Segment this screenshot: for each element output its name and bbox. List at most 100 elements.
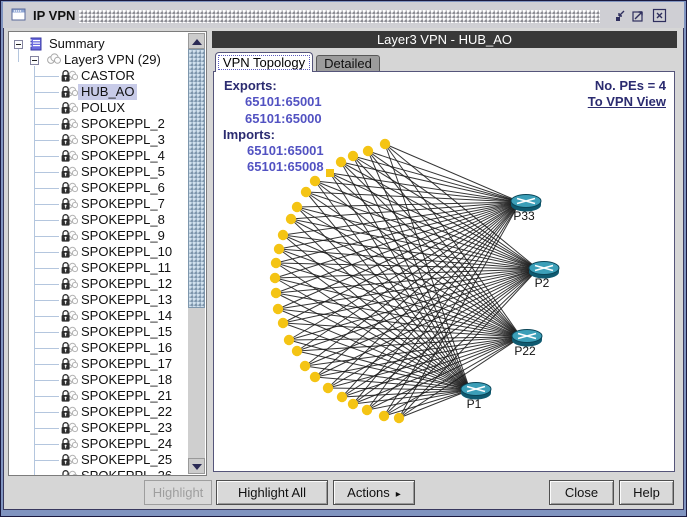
tree-item-spokeppl-26[interactable]: SPOKEPPL_26 bbox=[9, 468, 188, 476]
tree-item-summary[interactable]: Summary bbox=[9, 36, 188, 52]
to-vpn-view-link[interactable]: To VPN View bbox=[588, 94, 666, 110]
tree-item-label: SPOKEPPL_22 bbox=[78, 404, 175, 420]
ce-node[interactable] bbox=[292, 202, 302, 212]
scrollbar-down-button[interactable] bbox=[188, 458, 205, 474]
tree-item-polux[interactable]: POLUX bbox=[9, 100, 188, 116]
button-label: Highlight bbox=[153, 485, 204, 500]
tree-item-spokeppl-17[interactable]: SPOKEPPL_17 bbox=[9, 356, 188, 372]
client-area: SummaryLayer3 VPN (29)CASTORHUB_AOPOLUXS… bbox=[3, 28, 684, 510]
exports-label: Exports: bbox=[224, 78, 277, 94]
ce-node[interactable] bbox=[284, 335, 294, 345]
tree-item-spokeppl-13[interactable]: SPOKEPPL_13 bbox=[9, 292, 188, 308]
tree-scrollbar[interactable] bbox=[188, 33, 205, 474]
tree-item-label: SPOKEPPL_24 bbox=[78, 436, 175, 452]
tree-guide-stub bbox=[34, 300, 59, 301]
ce-node[interactable] bbox=[300, 361, 310, 371]
tree-item-label: SPOKEPPL_2 bbox=[78, 116, 168, 132]
tree-item-spokeppl-15[interactable]: SPOKEPPL_15 bbox=[9, 324, 188, 340]
ce-node[interactable] bbox=[379, 411, 389, 421]
tree-item-spokeppl-18[interactable]: SPOKEPPL_18 bbox=[9, 372, 188, 388]
pe-node-label: P22 bbox=[514, 344, 536, 358]
ce-node[interactable] bbox=[337, 392, 347, 402]
pe-node-p33[interactable]: P33 bbox=[511, 195, 541, 224]
pe-node-p2[interactable]: P2 bbox=[529, 262, 559, 291]
close-button[interactable]: Close bbox=[549, 480, 614, 505]
arrow-up-icon bbox=[192, 39, 202, 45]
imports-label: Imports: bbox=[223, 127, 275, 143]
ce-node[interactable] bbox=[286, 214, 296, 224]
ce-node[interactable] bbox=[326, 169, 334, 177]
tree-item-spokeppl-16[interactable]: SPOKEPPL_16 bbox=[9, 340, 188, 356]
actions-button[interactable]: Actions▸ bbox=[333, 480, 415, 505]
tree-item-spokeppl-22[interactable]: SPOKEPPL_22 bbox=[9, 404, 188, 420]
tree-item-spokeppl-11[interactable]: SPOKEPPL_11 bbox=[9, 260, 188, 276]
tree-item-spokeppl-7[interactable]: SPOKEPPL_7 bbox=[9, 196, 188, 212]
tree-item-spokeppl-6[interactable]: SPOKEPPL_6 bbox=[9, 180, 188, 196]
button-label: Highlight All bbox=[238, 485, 306, 500]
ce-node[interactable] bbox=[271, 258, 281, 268]
export-value: 65101:65001 bbox=[245, 94, 322, 110]
tree-item-spokeppl-8[interactable]: SPOKEPPL_8 bbox=[9, 212, 188, 228]
tree-item-spokeppl-9[interactable]: SPOKEPPL_9 bbox=[9, 228, 188, 244]
tree-item-spokeppl-21[interactable]: SPOKEPPL_21 bbox=[9, 388, 188, 404]
ce-node[interactable] bbox=[348, 151, 358, 161]
tree-item-spokeppl-14[interactable]: SPOKEPPL_14 bbox=[9, 308, 188, 324]
tree-item-spokeppl-12[interactable]: SPOKEPPL_12 bbox=[9, 276, 188, 292]
tree-guide-stub bbox=[34, 332, 59, 333]
ce-node[interactable] bbox=[363, 146, 373, 156]
ce-node[interactable] bbox=[394, 413, 404, 423]
tab-detailed[interactable]: Detailed bbox=[316, 55, 380, 72]
ce-node[interactable] bbox=[292, 346, 302, 356]
tree-item-label: SPOKEPPL_26 bbox=[78, 468, 175, 476]
tree-item-spokeppl-23[interactable]: SPOKEPPL_23 bbox=[9, 420, 188, 436]
ce-node[interactable] bbox=[270, 273, 280, 283]
tree-item-label: SPOKEPPL_12 bbox=[78, 276, 175, 292]
scrollbar-up-button[interactable] bbox=[188, 33, 205, 49]
ce-node[interactable] bbox=[278, 230, 288, 240]
scrollbar-thumb[interactable] bbox=[188, 49, 205, 308]
tree-expand-handle[interactable] bbox=[14, 40, 23, 49]
tree-item-castor[interactable]: CASTOR bbox=[9, 68, 188, 84]
tree-expand-handle[interactable] bbox=[30, 56, 39, 65]
highlight-all-button[interactable]: Highlight All bbox=[216, 480, 328, 505]
maximize-icon[interactable] bbox=[630, 8, 645, 23]
ce-node[interactable] bbox=[348, 399, 358, 409]
tree-item-spokeppl-25[interactable]: SPOKEPPL_25 bbox=[9, 452, 188, 468]
tree-guide-stub bbox=[34, 220, 59, 221]
titlebar[interactable]: IP VPN bbox=[3, 2, 684, 29]
tree-item-label: SPOKEPPL_5 bbox=[78, 164, 168, 180]
tree-item-spokeppl-4[interactable]: SPOKEPPL_4 bbox=[9, 148, 188, 164]
lock-cloud-icon bbox=[59, 469, 78, 476]
ce-node[interactable] bbox=[301, 187, 311, 197]
tree-item-spokeppl-5[interactable]: SPOKEPPL_5 bbox=[9, 164, 188, 180]
close-icon[interactable] bbox=[652, 8, 667, 23]
ce-node[interactable] bbox=[273, 304, 283, 314]
ce-node[interactable] bbox=[362, 405, 372, 415]
pe-node-p22[interactable]: P22 bbox=[512, 330, 542, 359]
button-label: Actions bbox=[347, 485, 390, 500]
import-value: 65101:65008 bbox=[247, 159, 324, 175]
ce-node[interactable] bbox=[278, 318, 288, 328]
tree-item-layer3-vpn-29[interactable]: Layer3 VPN (29) bbox=[9, 52, 188, 68]
tree-guide-stub bbox=[34, 172, 59, 173]
ce-node[interactable] bbox=[336, 157, 346, 167]
tab-vpn-topology[interactable]: VPN Topology bbox=[215, 52, 313, 72]
tree-item-spokeppl-24[interactable]: SPOKEPPL_24 bbox=[9, 436, 188, 452]
ce-node[interactable] bbox=[323, 383, 333, 393]
tree-guide-stub bbox=[34, 396, 59, 397]
ce-node[interactable] bbox=[310, 176, 320, 186]
tree-item-spokeppl-10[interactable]: SPOKEPPL_10 bbox=[9, 244, 188, 260]
tree-item-spokeppl-2[interactable]: SPOKEPPL_2 bbox=[9, 116, 188, 132]
ce-node[interactable] bbox=[310, 372, 320, 382]
tree-item-hub-ao[interactable]: HUB_AO bbox=[9, 84, 188, 100]
pe-node-p1[interactable]: P1 bbox=[461, 383, 491, 412]
tree-item-label: CASTOR bbox=[78, 68, 138, 84]
tree-item-spokeppl-3[interactable]: SPOKEPPL_3 bbox=[9, 132, 188, 148]
vpn-tree-panel: SummaryLayer3 VPN (29)CASTORHUB_AOPOLUXS… bbox=[8, 31, 207, 476]
tree-guide-stub bbox=[34, 76, 59, 77]
ce-node[interactable] bbox=[380, 139, 390, 149]
help-button[interactable]: Help bbox=[619, 480, 674, 505]
minimize-icon[interactable] bbox=[613, 8, 628, 23]
ce-node[interactable] bbox=[271, 288, 281, 298]
ce-node[interactable] bbox=[274, 244, 284, 254]
